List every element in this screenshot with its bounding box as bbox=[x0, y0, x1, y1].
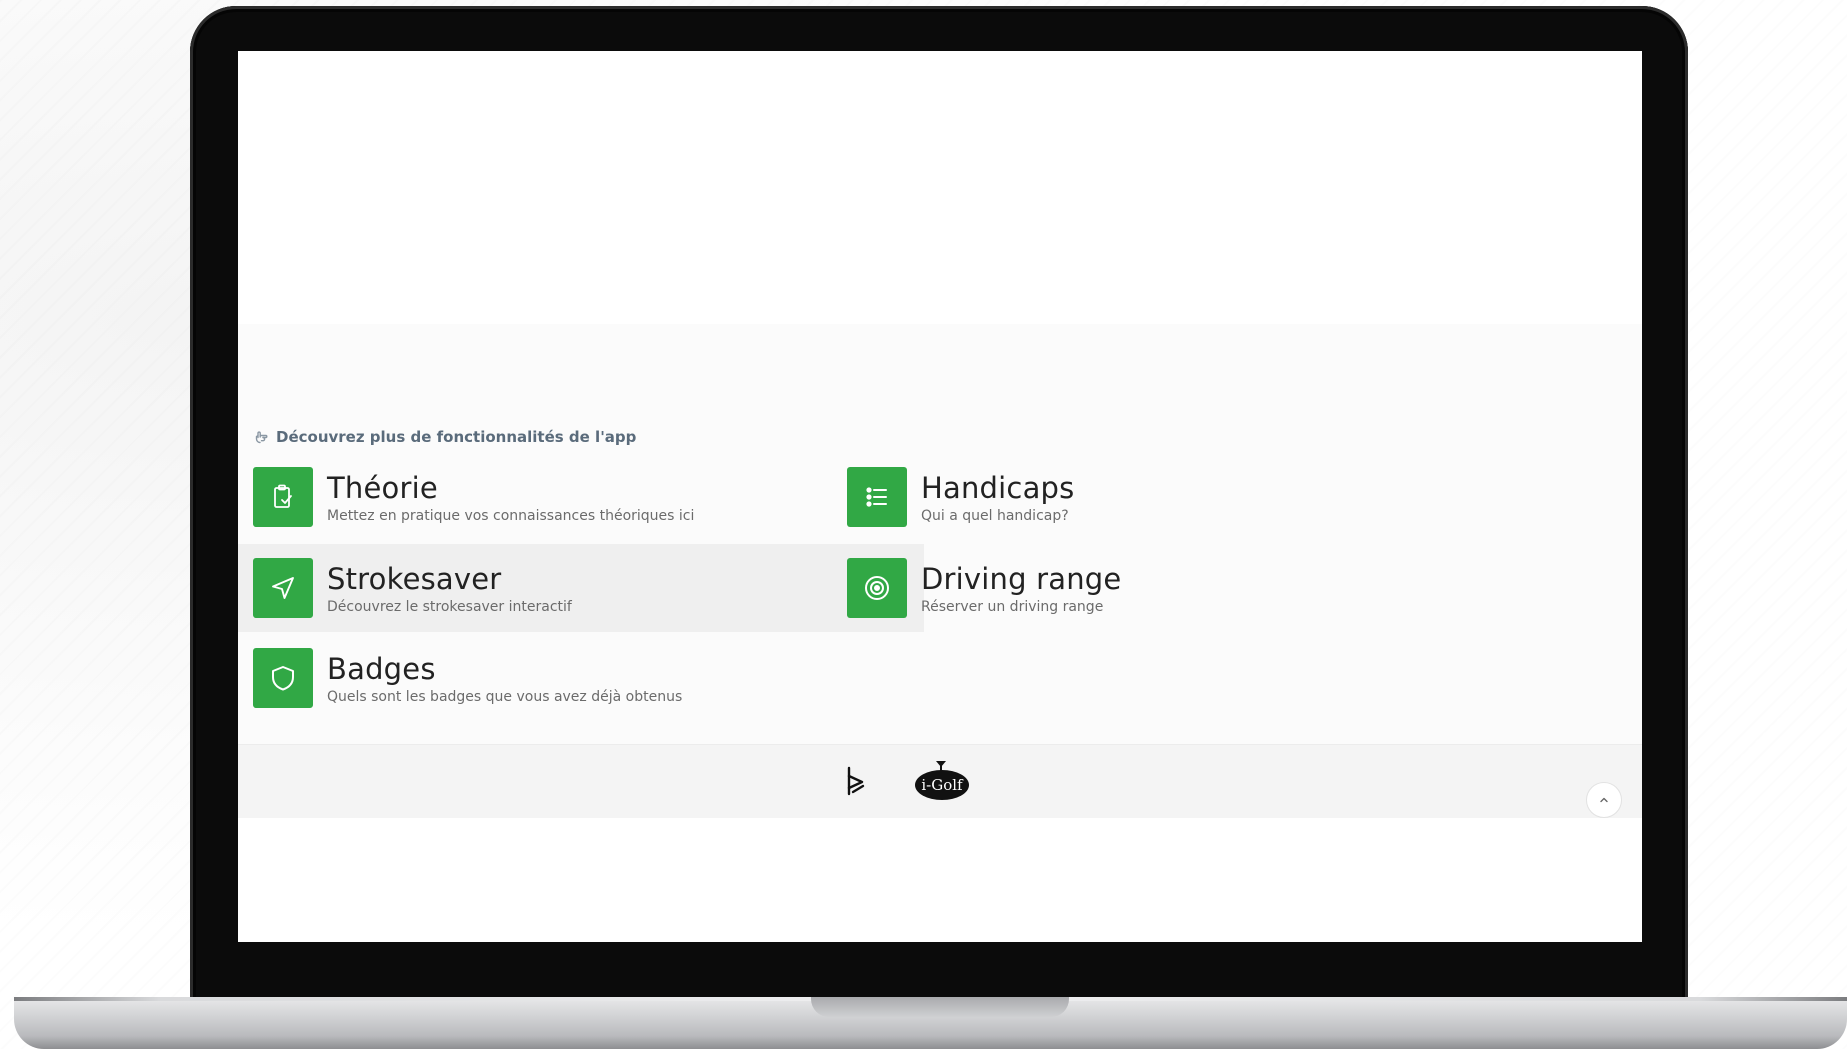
footer-bar: i-Golf bbox=[238, 744, 1642, 818]
section-heading-text: Découvrez plus de fonctionnalités de l'a… bbox=[276, 428, 637, 446]
feature-badges-subtitle: Quels sont les badges que vous avez déjà… bbox=[327, 688, 683, 705]
feature-badges[interactable]: Badges Quels sont les badges que vous av… bbox=[238, 634, 924, 722]
target-icon bbox=[865, 576, 889, 600]
feature-strokesaver-title: Strokesaver bbox=[327, 561, 502, 596]
feature-handicaps-subtitle: Qui a quel handicap? bbox=[921, 507, 1069, 524]
igolf-logo-text: i-Golf bbox=[921, 776, 963, 794]
laptop-screen: Découvrez plus de fonctionnalités de l'a… bbox=[238, 51, 1642, 942]
feature-theorie[interactable]: Théorie Mettez en pratique vos connaissa… bbox=[238, 453, 820, 541]
feature-driving-range[interactable]: Driving range Réserver un driving range bbox=[832, 544, 1414, 632]
feature-badges-title: Badges bbox=[327, 651, 436, 686]
shield-icon bbox=[272, 666, 294, 691]
list-icon bbox=[866, 487, 887, 507]
feature-strokesaver-subtitle: Découvrez le strokesaver interactif bbox=[327, 598, 572, 615]
brand-arrow-logo[interactable] bbox=[845, 765, 867, 797]
feature-theorie-subtitle: Mettez en pratique vos connaissances thé… bbox=[327, 507, 695, 524]
navigation-arrow-icon bbox=[272, 577, 294, 599]
feature-handicaps-title: Handicaps bbox=[921, 470, 1075, 505]
feature-driving-range-title: Driving range bbox=[921, 561, 1122, 596]
feature-strokesaver-icon-tile bbox=[253, 558, 313, 618]
scroll-to-top-button[interactable] bbox=[1586, 782, 1622, 818]
feature-badges-icon-tile bbox=[253, 648, 313, 708]
igolf-logo[interactable]: i-Golf bbox=[913, 760, 971, 804]
chevron-up-icon bbox=[1600, 797, 1608, 803]
section-heading: Découvrez plus de fonctionnalités de l'a… bbox=[253, 428, 636, 446]
feature-strokesaver[interactable]: Strokesaver Découvrez le strokesaver int… bbox=[238, 544, 924, 632]
clipboard-check-icon bbox=[274, 484, 292, 508]
feature-handicaps-icon-tile bbox=[847, 467, 907, 527]
feature-handicaps[interactable]: Handicaps Qui a quel handicap? bbox=[832, 453, 1414, 541]
hand-pointer-icon bbox=[255, 431, 268, 444]
feature-driving-range-subtitle: Réserver un driving range bbox=[921, 598, 1104, 615]
laptop-notch bbox=[811, 997, 1069, 1017]
feature-driving-range-icon-tile bbox=[847, 558, 907, 618]
feature-theorie-title: Théorie bbox=[327, 470, 438, 505]
feature-theorie-icon-tile bbox=[253, 467, 313, 527]
features-section: Découvrez plus de fonctionnalités de l'a… bbox=[238, 324, 1642, 744]
